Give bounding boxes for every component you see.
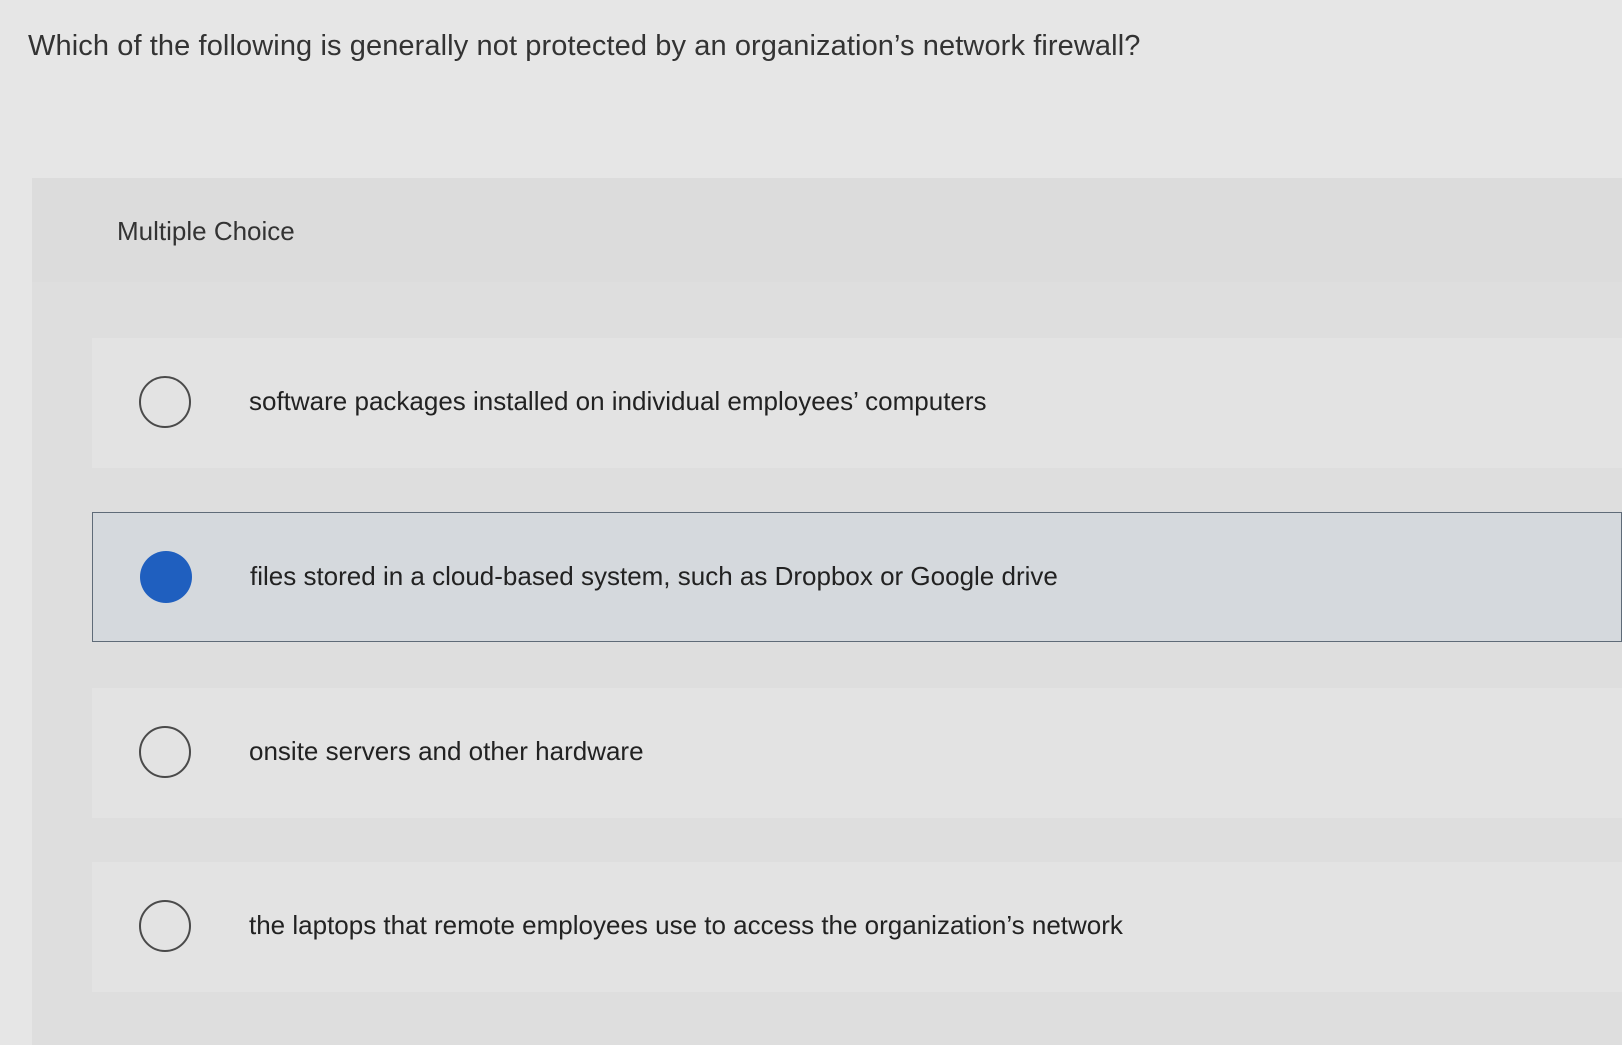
radio-button[interactable]	[139, 376, 191, 428]
option-label: software packages installed on individua…	[249, 386, 987, 416]
option-label: files stored in a cloud-based system, su…	[250, 561, 1058, 591]
radio-button[interactable]	[139, 726, 191, 778]
panel-header: Multiple Choice	[32, 178, 1622, 282]
radio-button[interactable]	[139, 900, 191, 952]
multiple-choice-panel: Multiple Choice software packages instal…	[32, 178, 1622, 1045]
radio-button-selected[interactable]	[140, 551, 192, 603]
option-2[interactable]: files stored in a cloud-based system, su…	[92, 512, 1622, 642]
option-1[interactable]: software packages installed on individua…	[92, 338, 1622, 468]
option-4[interactable]: the laptops that remote employees use to…	[92, 862, 1622, 992]
option-3[interactable]: onsite servers and other hardware	[92, 688, 1622, 818]
option-label: onsite servers and other hardware	[249, 736, 644, 766]
question-text: Which of the following is generally not …	[28, 30, 1141, 62]
option-label: the laptops that remote employees use to…	[249, 910, 1123, 940]
panel-title: Multiple Choice	[117, 216, 295, 246]
